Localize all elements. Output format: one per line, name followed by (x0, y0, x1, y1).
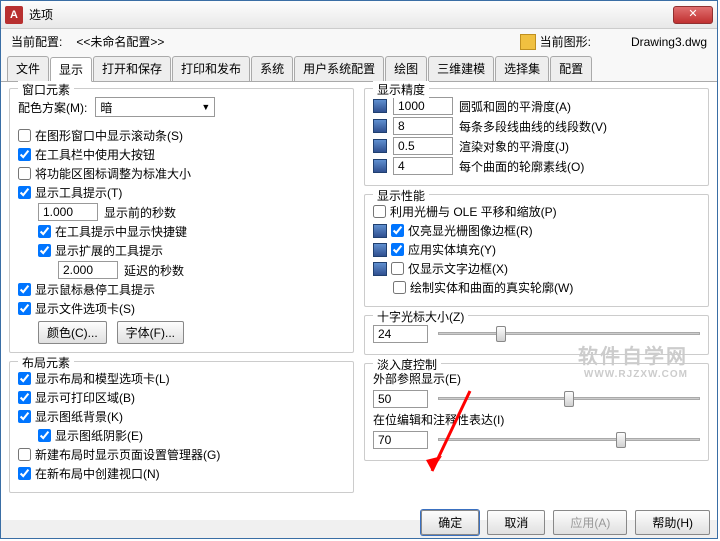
tab-3d-modeling[interactable]: 三维建模 (428, 56, 494, 81)
fonts-button[interactable]: 字体(F)... (117, 321, 184, 344)
group-crosshair-size: 十字光标大小(Z) 24 (364, 315, 709, 355)
cb-page-setup-mgr[interactable]: 新建布局时显示页面设置管理器(G) (18, 446, 220, 463)
cb-solid-fill[interactable]: 应用实体填充(Y) (391, 241, 496, 258)
drawing-icon (373, 243, 387, 257)
cb-layout-tabs[interactable]: 显示布局和模型选项卡(L) (18, 370, 170, 387)
window-title: 选项 (29, 6, 53, 23)
current-drawing-label: 当前图形: (540, 33, 591, 50)
ok-button[interactable]: 确定 (421, 510, 479, 535)
drawing-icon (373, 139, 387, 153)
crosshair-size-input[interactable]: 24 (373, 325, 428, 343)
current-profile-value: <<未命名配置>> (76, 33, 164, 50)
cb-pan-zoom-ole[interactable]: 利用光栅与 OLE 平移和缩放(P) (373, 203, 557, 220)
inplace-fade-slider[interactable] (438, 430, 700, 450)
crosshair-size-slider[interactable] (438, 324, 700, 344)
xref-fade-slider[interactable] (438, 389, 700, 409)
ext-tooltip-delay-input[interactable]: 2.000 (58, 261, 118, 279)
polyline-segments-input[interactable]: 8 (393, 117, 453, 135)
cb-printable-area[interactable]: 显示可打印区域(B) (18, 389, 135, 406)
titlebar: A 选项 ✕ (1, 1, 717, 29)
cb-true-silhouette[interactable]: 绘制实体和曲面的真实轮廓(W) (393, 279, 573, 296)
tooltip-delay-input[interactable]: 1.000 (38, 203, 98, 221)
drawing-icon (373, 224, 387, 238)
tabstrip: 文件 显示 打开和保存 打印和发布 系统 用户系统配置 绘图 三维建模 选择集 … (1, 54, 717, 82)
tab-display[interactable]: 显示 (50, 57, 92, 82)
cb-file-tabs[interactable]: 显示文件选项卡(S) (18, 300, 135, 317)
color-scheme-label: 配色方案(M): (18, 99, 87, 116)
drawing-icon (373, 159, 387, 173)
group-title: 淡入度控制 (373, 356, 441, 373)
cb-paper-shadow[interactable]: 显示图纸阴影(E) (38, 427, 143, 444)
apply-button[interactable]: 应用(A) (553, 510, 627, 535)
arc-smoothness-label: 圆弧和圆的平滑度(A) (459, 98, 571, 115)
cb-hover-tooltip[interactable]: 显示鼠标悬停工具提示 (18, 281, 155, 298)
close-button[interactable]: ✕ (673, 6, 713, 24)
cb-raster-frame[interactable]: 仅亮显光栅图像边框(R) (391, 222, 533, 239)
tooltip-delay-label: 显示前的秒数 (104, 204, 176, 221)
cb-paper-bg[interactable]: 显示图纸背景(K) (18, 408, 123, 425)
group-display-precision: 显示精度 1000圆弧和圆的平滑度(A) 8每条多段线曲线的线段数(V) 0.5… (364, 88, 709, 186)
inplace-fade-input[interactable]: 70 (373, 431, 428, 449)
cb-tt-shortcut[interactable]: 在工具提示中显示快捷键 (38, 223, 187, 240)
group-title: 十字光标大小(Z) (373, 308, 468, 325)
group-fade-control: 淡入度控制 外部参照显示(E) 50 在位编辑和注释性表达(I) 70 (364, 363, 709, 461)
drawing-icon (520, 34, 536, 50)
arc-smoothness-input[interactable]: 1000 (393, 97, 453, 115)
render-smoothness-input[interactable]: 0.5 (393, 137, 453, 155)
color-scheme-select[interactable]: 暗 ▼ (95, 97, 215, 117)
cb-tt-extended[interactable]: 显示扩展的工具提示 (38, 242, 163, 259)
tab-drafting[interactable]: 绘图 (385, 56, 427, 81)
group-title: 布局元素 (18, 354, 74, 371)
tab-user-pref[interactable]: 用户系统配置 (294, 56, 384, 81)
xref-fade-input[interactable]: 50 (373, 390, 428, 408)
tab-open-save[interactable]: 打开和保存 (93, 56, 171, 81)
ext-tooltip-delay-label: 延迟的秒数 (124, 262, 184, 279)
colors-button[interactable]: 颜色(C)... (38, 321, 107, 344)
cb-tooltips[interactable]: 显示工具提示(T) (18, 184, 122, 201)
help-button[interactable]: 帮助(H) (635, 510, 710, 535)
current-drawing-value: Drawing3.dwg (631, 35, 707, 49)
tab-selection[interactable]: 选择集 (495, 56, 549, 81)
group-title: 显示性能 (373, 187, 429, 204)
cb-large-buttons[interactable]: 在工具栏中使用大按钮 (18, 146, 155, 163)
tab-files[interactable]: 文件 (7, 56, 49, 81)
inplace-fade-label: 在位编辑和注释性表达(I) (373, 411, 700, 428)
current-profile-label: 当前配置: (11, 33, 62, 50)
drawing-icon (373, 119, 387, 133)
cb-scrollbar[interactable]: 在图形窗口中显示滚动条(S) (18, 127, 183, 144)
contour-lines-input[interactable]: 4 (393, 157, 453, 175)
drawing-icon (373, 99, 387, 113)
app-logo-icon: A (5, 6, 23, 24)
group-title: 窗口元素 (18, 81, 74, 98)
group-display-performance: 显示性能 利用光栅与 OLE 平移和缩放(P) 仅亮显光栅图像边框(R) 应用实… (364, 194, 709, 307)
tab-plot-publish[interactable]: 打印和发布 (172, 56, 250, 81)
render-smoothness-label: 渲染对象的平滑度(J) (459, 138, 569, 155)
chevron-down-icon: ▼ (201, 102, 210, 112)
header-info: 当前配置: <<未命名配置>> 当前图形: Drawing3.dwg (1, 29, 717, 54)
cb-text-frame[interactable]: 仅显示文字边框(X) (391, 260, 508, 277)
group-layout-elements: 布局元素 显示布局和模型选项卡(L) 显示可打印区域(B) 显示图纸背景(K) … (9, 361, 354, 493)
tab-system[interactable]: 系统 (251, 56, 293, 81)
group-title: 显示精度 (373, 81, 429, 98)
cb-ribbon-std[interactable]: 将功能区图标调整为标准大小 (18, 165, 191, 182)
group-window-elements: 窗口元素 配色方案(M): 暗 ▼ 在图形窗口中显示滚动条(S) 在工具栏中使用… (9, 88, 354, 353)
contour-lines-label: 每个曲面的轮廓素线(O) (459, 158, 584, 175)
tab-profiles[interactable]: 配置 (550, 56, 592, 81)
polyline-segments-label: 每条多段线曲线的线段数(V) (459, 118, 607, 135)
cb-create-viewport[interactable]: 在新布局中创建视口(N) (18, 465, 160, 482)
cancel-button[interactable]: 取消 (487, 510, 545, 535)
drawing-icon (373, 262, 387, 276)
